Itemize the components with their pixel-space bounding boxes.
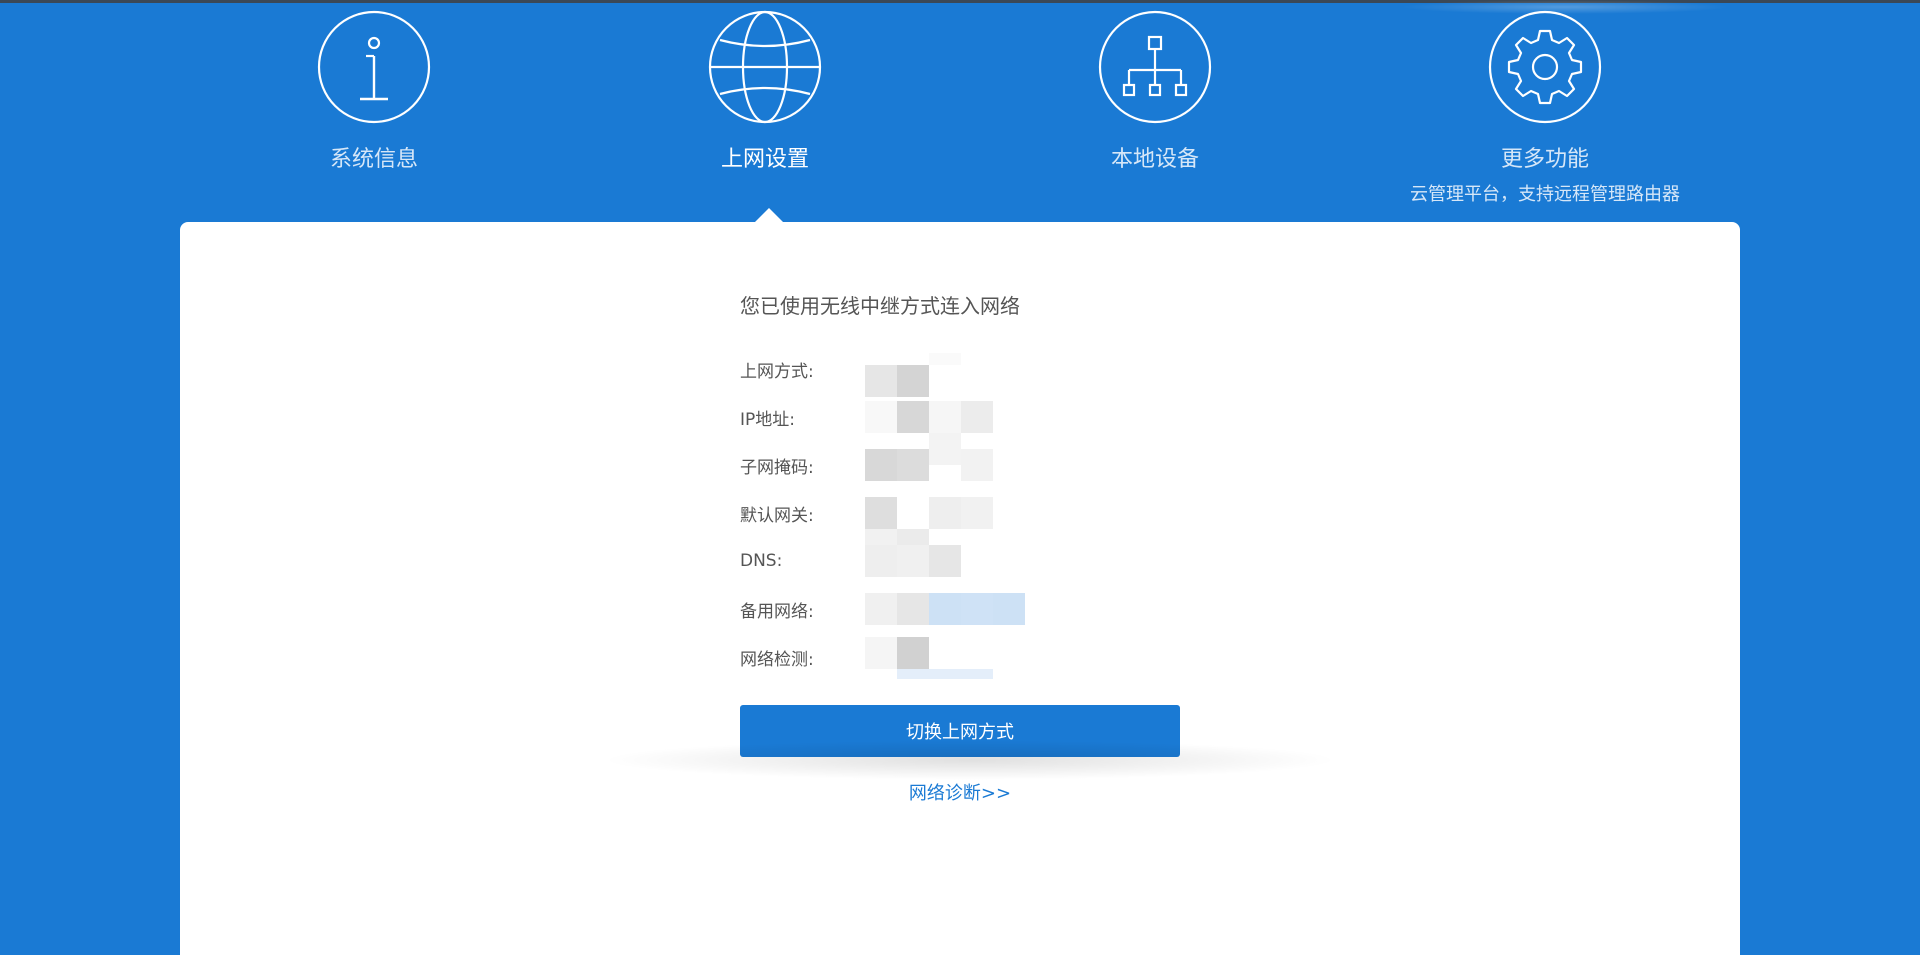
field-label: 默认网关: bbox=[740, 505, 814, 526]
active-tab-pointer bbox=[755, 208, 783, 222]
field-label: DNS: bbox=[740, 551, 783, 571]
field-row-connection-type: 上网方式: bbox=[740, 345, 1300, 397]
field-value-redacted bbox=[865, 529, 1065, 577]
bottom-shadow bbox=[600, 740, 1340, 780]
field-label: 网络检测: bbox=[740, 649, 814, 670]
main-nav: 系统信息 上网设置 本地设备 更多功能 云管理平台，支持远程管理路由器 bbox=[0, 0, 1920, 222]
field-row-backup-network: 备用网络: bbox=[740, 585, 1300, 633]
nav-item-more-features[interactable]: 更多功能 云管理平台，支持远程管理路由器 bbox=[1395, 10, 1695, 206]
panel-content: 您已使用无线中继方式连入网络 上网方式: IP地址: 子网掩码: 默认网关: D… bbox=[740, 222, 1300, 805]
field-row-default-gateway: 默认网关: bbox=[740, 489, 1300, 537]
field-value-redacted bbox=[865, 593, 1065, 625]
nav-label-local-devices: 本地设备 bbox=[1110, 147, 1199, 172]
internet-status-panel: 您已使用无线中继方式连入网络 上网方式: IP地址: 子网掩码: 默认网关: D… bbox=[180, 222, 1740, 955]
field-row-ip-address: IP地址: bbox=[740, 393, 1300, 441]
nav-item-local-devices[interactable]: 本地设备 bbox=[1005, 10, 1305, 174]
info-icon bbox=[317, 10, 431, 124]
connection-heading: 您已使用无线中继方式连入网络 bbox=[740, 294, 1020, 318]
field-row-subnet-mask: 子网掩码: bbox=[740, 433, 1300, 489]
field-label: 备用网络: bbox=[740, 601, 814, 622]
network-diagnosis-link[interactable]: 网络诊断>> bbox=[740, 779, 1180, 805]
nav-label-system-info: 系统信息 bbox=[329, 147, 418, 172]
nav-item-internet-settings[interactable]: 上网设置 bbox=[615, 10, 915, 174]
field-label: IP地址: bbox=[740, 409, 795, 430]
nav-sublabel-more-features: 云管理平台，支持远程管理路由器 bbox=[1410, 184, 1680, 205]
field-value-redacted bbox=[865, 497, 1065, 529]
field-label: 上网方式: bbox=[740, 361, 814, 382]
field-row-dns: DNS: bbox=[740, 529, 1300, 585]
field-row-network-check: 网络检测: bbox=[740, 633, 1300, 681]
globe-icon bbox=[708, 10, 822, 124]
field-value-redacted bbox=[865, 637, 1065, 679]
network-tree-icon bbox=[1098, 10, 1212, 124]
nav-label-internet-settings: 上网设置 bbox=[720, 147, 809, 172]
status-fields: 上网方式: IP地址: 子网掩码: 默认网关: DNS: 备用网络: 网络检测: bbox=[740, 345, 1300, 681]
gear-icon bbox=[1488, 10, 1602, 124]
field-label: 子网掩码: bbox=[740, 457, 814, 478]
nav-item-system-info[interactable]: 系统信息 bbox=[224, 10, 524, 174]
field-value-redacted bbox=[865, 353, 1065, 397]
field-value-redacted bbox=[865, 433, 1065, 481]
nav-label-more-features: 更多功能 bbox=[1500, 147, 1589, 172]
field-value-redacted bbox=[865, 401, 1065, 433]
